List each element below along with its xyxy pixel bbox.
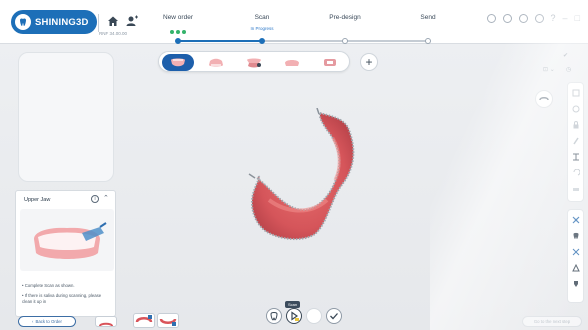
brand-name: SHINING3D bbox=[35, 16, 89, 28]
clock-icon[interactable]: ◷ bbox=[566, 66, 571, 73]
expand-icon[interactable] bbox=[572, 248, 580, 256]
instruction-2: • If there is saliva during scanning, pl… bbox=[22, 293, 102, 304]
step-dot-new-order bbox=[175, 38, 181, 44]
crosshair-icon[interactable] bbox=[572, 216, 580, 224]
lower-jaw-tab[interactable] bbox=[200, 54, 232, 71]
brand-logo: SHINING3D bbox=[11, 10, 97, 34]
upper-jaw-panel: Upper Jaw i ⌃ • Complete Scan as shown. … bbox=[15, 190, 116, 317]
jaw-panel-title: Upper Jaw bbox=[24, 197, 51, 203]
bite-tab[interactable] bbox=[238, 54, 270, 71]
confirm-button[interactable] bbox=[326, 308, 342, 324]
scan-preview-box bbox=[18, 52, 114, 182]
home-icon[interactable] bbox=[107, 15, 119, 27]
step-status: In Progress bbox=[250, 26, 274, 31]
app-header: SHINING3D RNF 34.00.00 New order Scan In… bbox=[0, 0, 588, 44]
chevron-up-icon[interactable]: ⌃ bbox=[103, 195, 111, 203]
help-icon[interactable]: ? bbox=[551, 14, 556, 23]
scan-3d-model[interactable] bbox=[245, 107, 387, 248]
progress-fill bbox=[178, 40, 262, 42]
lower-jaw-thumb-button[interactable] bbox=[157, 313, 179, 328]
step-new-order[interactable]: New order bbox=[138, 14, 218, 39]
screen-glare bbox=[430, 0, 588, 330]
tooth-icon[interactable] bbox=[572, 232, 580, 240]
pre-op-tab[interactable] bbox=[276, 54, 308, 71]
chevron-left-icon: ‹ bbox=[32, 319, 34, 324]
step-dot-scan bbox=[259, 38, 265, 44]
info-icon[interactable]: i bbox=[91, 195, 99, 203]
edit-tools-panel bbox=[567, 82, 584, 202]
step-label: Scan bbox=[254, 14, 270, 21]
notification-icon[interactable] bbox=[534, 14, 544, 23]
next-step-button[interactable]: Go to the next step bbox=[522, 316, 582, 327]
view-tools-panel bbox=[567, 209, 584, 303]
eraser-icon[interactable] bbox=[572, 185, 580, 193]
pause-button[interactable] bbox=[306, 308, 322, 324]
lock-icon[interactable] bbox=[572, 121, 580, 129]
step-scan[interactable]: Scan In Progress bbox=[222, 14, 302, 31]
play-scan-button[interactable] bbox=[286, 308, 302, 324]
select-icon[interactable] bbox=[572, 89, 580, 97]
step-label: Send bbox=[420, 14, 436, 21]
add-scan-button[interactable]: + bbox=[360, 53, 378, 71]
timer-icon[interactable]: ⊡ ⌄ bbox=[543, 66, 555, 73]
step-label: Pre-design bbox=[329, 14, 361, 21]
view-toggle-button[interactable] bbox=[535, 90, 553, 108]
step-label: New order bbox=[163, 14, 193, 21]
step-send[interactable]: Send bbox=[388, 14, 468, 21]
user-icon[interactable] bbox=[486, 14, 496, 23]
trim-icon[interactable] bbox=[572, 153, 580, 161]
alert-icon[interactable] bbox=[572, 264, 580, 272]
scan-tooltip: Scan bbox=[285, 301, 301, 308]
settings-icon[interactable] bbox=[518, 14, 528, 23]
lasso-icon[interactable] bbox=[572, 105, 580, 113]
completed-dots bbox=[170, 30, 186, 34]
step-dot-send bbox=[425, 38, 431, 44]
upper-jaw-thumb-button[interactable] bbox=[133, 313, 155, 328]
check-icon[interactable]: ✔ bbox=[563, 52, 568, 59]
jaw-toggle-button[interactable] bbox=[95, 316, 117, 327]
scan-body-tab[interactable] bbox=[314, 54, 346, 71]
logo-icon bbox=[15, 14, 31, 30]
jaw-guide-image bbox=[20, 209, 114, 271]
back-to-order-button[interactable]: ‹ Back to Order bbox=[18, 316, 76, 327]
header-actions: ? – □ bbox=[486, 14, 580, 23]
header-divider bbox=[98, 14, 99, 32]
ai-scan-button[interactable] bbox=[266, 308, 282, 324]
patient-icon[interactable] bbox=[125, 15, 139, 27]
brush-icon[interactable] bbox=[572, 137, 580, 145]
minimize-icon[interactable]: – bbox=[563, 14, 568, 23]
upper-jaw-tab[interactable] bbox=[162, 54, 194, 71]
back-label: Back to Order bbox=[35, 319, 62, 324]
instruction-1: • Complete Scan as shown. bbox=[22, 283, 75, 288]
step-pre-design[interactable]: Pre-design bbox=[305, 14, 385, 21]
implant-icon[interactable] bbox=[572, 280, 580, 288]
scan-type-toolbar bbox=[158, 51, 350, 72]
order-id: RNF 34.00.00 bbox=[99, 31, 128, 36]
undo-icon[interactable] bbox=[572, 169, 580, 177]
step-dot-pre-design bbox=[342, 38, 348, 44]
maximize-icon[interactable]: □ bbox=[575, 14, 580, 23]
device-icon[interactable] bbox=[502, 14, 512, 23]
